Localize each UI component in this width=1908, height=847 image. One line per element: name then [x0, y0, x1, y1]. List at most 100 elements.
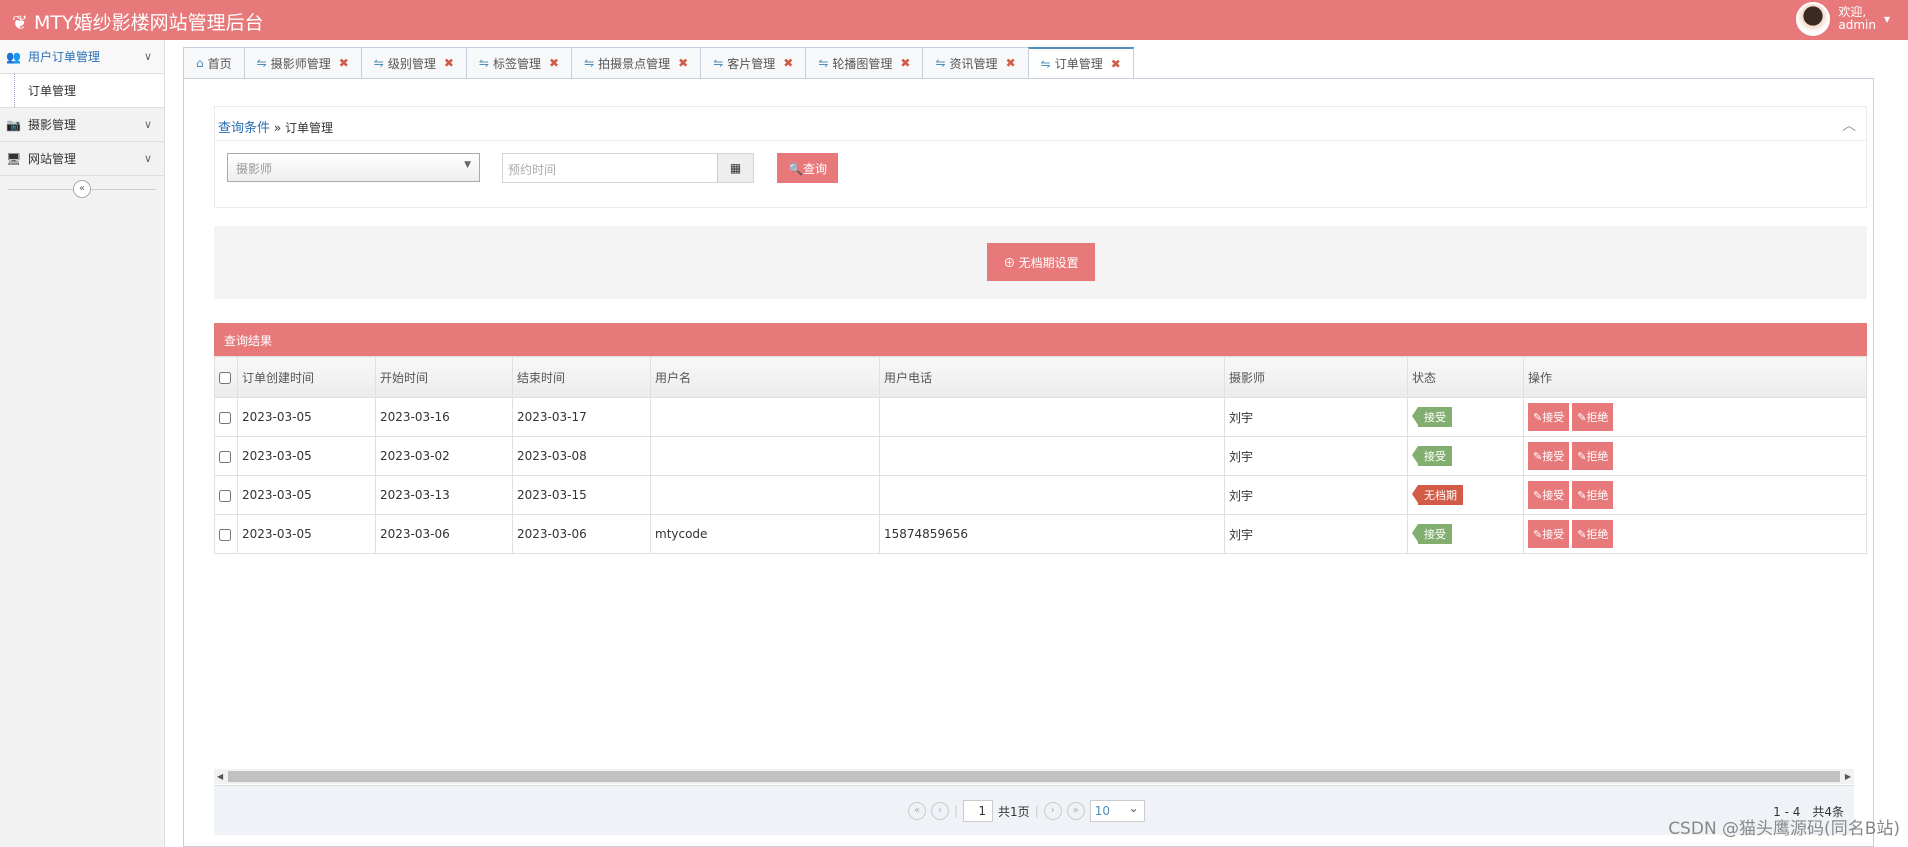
chevron-down-icon: ∨ [143, 118, 152, 131]
sidebar-subitem-orders[interactable]: 订单管理 [0, 74, 164, 108]
first-page-icon[interactable]: « [908, 802, 926, 820]
row-checkbox[interactable] [219, 489, 231, 502]
created-cell: 2023-03-05 [237, 436, 376, 476]
status-badge: 无档期 [1412, 485, 1463, 505]
end-cell: 2023-03-17 [512, 397, 651, 437]
column-header[interactable]: 用户名 [650, 356, 880, 398]
search-button[interactable]: 🔍查询 [777, 153, 838, 183]
table-row[interactable]: 2023-03-05 2023-03-02 2023-03-08 刘宇 接受 ✎… [214, 436, 1867, 476]
orders-table: 订单创建时间 开始时间 结束时间 用户名 用户电话 摄影师 状态 操作 2023… [214, 356, 1867, 554]
sliders-icon: ⇋ [256, 56, 267, 70]
table-row[interactable]: 2023-03-05 2023-03-16 2023-03-17 刘宇 接受 ✎… [214, 397, 1867, 437]
select-all-checkbox[interactable] [219, 371, 231, 384]
close-icon[interactable]: ✖ [783, 56, 793, 70]
sliders-icon: ⇋ [373, 56, 384, 70]
status-cell: 接受 [1407, 514, 1524, 554]
actions-cell: ✎接受 ✎拒绝 [1523, 397, 1867, 437]
column-header[interactable]: 用户电话 [879, 356, 1225, 398]
column-header[interactable]: 摄影师 [1224, 356, 1408, 398]
column-header[interactable]: 开始时间 [375, 356, 513, 398]
scrollbar-thumb[interactable] [228, 771, 1840, 782]
reject-button[interactable]: ✎拒绝 [1572, 442, 1614, 470]
camera-icon: 📷 [6, 117, 21, 132]
phone-cell [879, 475, 1225, 515]
page-input[interactable]: 1 [963, 800, 994, 822]
sidebar-item-website[interactable]: 🖥 网站管理 ∨ [0, 142, 164, 176]
close-icon[interactable]: ✖ [1006, 56, 1016, 70]
tab-spots[interactable]: ⇋ 拍摄景点管理 ✖ [571, 47, 701, 79]
table-row[interactable]: 2023-03-05 2023-03-13 2023-03-15 刘宇 无档期 … [214, 475, 1867, 515]
row-checkbox[interactable] [219, 411, 231, 424]
created-cell: 2023-03-05 [237, 514, 376, 554]
tab-tags[interactable]: ⇋ 标签管理 ✖ [465, 47, 572, 79]
page-size-select[interactable]: 10 [1089, 800, 1145, 822]
column-header[interactable]: 订单创建时间 [237, 356, 376, 398]
photographer-select[interactable]: 摄影师 ▼ [227, 153, 480, 182]
close-icon[interactable]: ✖ [900, 56, 910, 70]
calendar-icon[interactable]: ▦ [717, 154, 753, 182]
date-input[interactable]: 预约时间 ▦ [502, 153, 754, 183]
sidebar-item-user-orders[interactable]: 👥 用户订单管理 ∨ [0, 40, 164, 74]
end-cell: 2023-03-08 [512, 436, 651, 476]
status-cell: 接受 [1407, 436, 1524, 476]
reject-button[interactable]: ✎拒绝 [1572, 481, 1614, 509]
actions-cell: ✎接受 ✎拒绝 [1523, 514, 1867, 554]
table-row[interactable]: 2023-03-05 2023-03-06 2023-03-06 mtycode… [214, 514, 1867, 554]
accept-button[interactable]: ✎接受 [1528, 403, 1570, 431]
tab-photographers[interactable]: ⇋ 摄影师管理 ✖ [243, 47, 361, 79]
close-icon[interactable]: ✖ [1111, 57, 1121, 71]
breadcrumb: » 订单管理 [273, 121, 334, 135]
desktop-icon: 🖥 [6, 151, 22, 166]
scroll-right-icon[interactable]: ▶ [1845, 769, 1851, 784]
sidebar: 👥 用户订单管理 ∨ 订单管理 📷 摄影管理 ∨ 🖥 网站管理 ∨ « [0, 40, 165, 847]
next-page-icon[interactable]: › [1043, 802, 1062, 820]
chevron-up-icon[interactable]: ︿ [1842, 115, 1856, 135]
column-header[interactable]: 结束时间 [512, 356, 651, 398]
reject-button[interactable]: ✎拒绝 [1572, 520, 1614, 548]
phone-cell: 15874859656 [879, 514, 1225, 554]
home-icon: ⌂ [196, 56, 204, 70]
accept-button[interactable]: ✎接受 [1528, 442, 1570, 470]
query-title[interactable]: 查询条件 [218, 121, 270, 136]
close-icon[interactable]: ✖ [339, 56, 349, 70]
tab-news[interactable]: ⇋ 资讯管理 ✖ [922, 47, 1028, 79]
accept-button[interactable]: ✎接受 [1528, 481, 1570, 509]
column-header[interactable]: 状态 [1407, 356, 1524, 398]
close-icon[interactable]: ✖ [444, 56, 454, 70]
username: admin [1838, 18, 1876, 32]
row-checkbox[interactable] [219, 450, 231, 463]
sidebar-collapse[interactable]: « [0, 176, 164, 202]
sliders-icon: ⇋ [584, 56, 595, 70]
chevron-down-icon: ∨ [143, 50, 152, 63]
status-badge: 接受 [1412, 407, 1452, 427]
user-menu[interactable]: 欢迎, admin ▾ [1796, 2, 1890, 36]
double-chevron-left-icon[interactable]: « [73, 180, 91, 198]
tab-carousel[interactable]: ⇋ 轮播图管理 ✖ [805, 47, 923, 79]
sidebar-item-photography[interactable]: 📷 摄影管理 ∨ [0, 108, 164, 142]
tab-orders[interactable]: ⇋ 订单管理 ✖ [1027, 47, 1134, 79]
row-checkbox[interactable] [219, 528, 231, 541]
end-cell: 2023-03-06 [512, 514, 651, 554]
prev-page-icon[interactable]: ‹ [931, 802, 949, 820]
close-icon[interactable]: ✖ [549, 56, 559, 70]
created-cell: 2023-03-05 [237, 397, 376, 437]
tab-home[interactable]: ⌂ 首页 [183, 47, 244, 79]
created-cell: 2023-03-05 [237, 475, 376, 515]
scroll-left-icon[interactable]: ◀ [217, 769, 223, 784]
no-schedule-button[interactable]: ⊕ 无档期设置 [987, 243, 1095, 281]
tab-client-photos[interactable]: ⇋ 客片管理 ✖ [700, 47, 806, 79]
horizontal-scrollbar[interactable]: ◀ ▶ [214, 769, 1854, 784]
close-icon[interactable]: ✖ [678, 56, 688, 70]
reject-button[interactable]: ✎拒绝 [1572, 403, 1614, 431]
actions-cell: ✎接受 ✎拒绝 [1523, 436, 1867, 476]
last-page-icon[interactable]: » [1066, 802, 1085, 820]
edit-icon: ✎ [1533, 451, 1543, 463]
caret-down-icon: ▾ [1883, 12, 1890, 26]
tab-levels[interactable]: ⇋ 级别管理 ✖ [360, 47, 466, 79]
query-box: 查询条件 » 订单管理 ︿ 摄影师 ▼ 预约时间 ▦ 🔍查询 [214, 106, 1867, 208]
edit-icon: ✎ [1533, 529, 1543, 541]
username-cell [650, 397, 880, 437]
pagination: « ‹ | 1 共1页 | › » 10 1 - 4 共4条 [214, 785, 1854, 835]
accept-button[interactable]: ✎接受 [1528, 520, 1570, 548]
column-header: 操作 [1523, 356, 1867, 398]
